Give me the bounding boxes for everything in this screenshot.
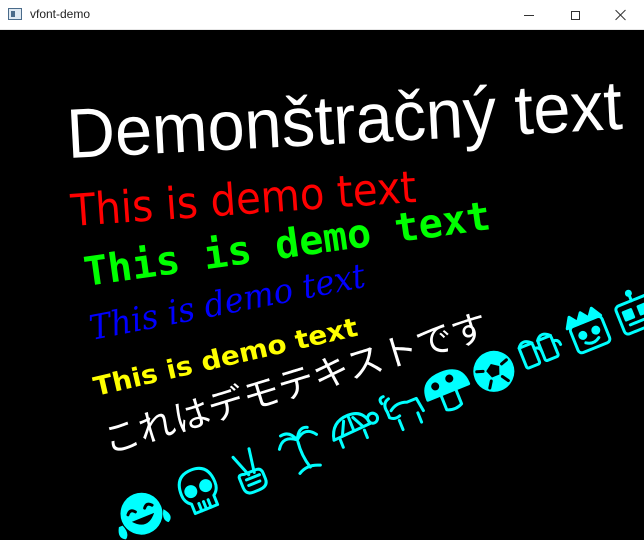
victory-hand-icon <box>231 447 268 495</box>
window-title: vfont-demo <box>30 7 91 21</box>
mushroom-icon <box>424 369 471 412</box>
minimize-icon <box>524 14 534 16</box>
goat-icon <box>378 395 425 432</box>
app-window-icon <box>8 8 22 20</box>
demo-text-white: Demonštračný text <box>65 66 624 173</box>
beer-mugs-icon <box>517 332 563 370</box>
robot-face-icon <box>614 289 644 336</box>
soccer-ball-icon <box>473 350 515 392</box>
tears-of-joy-face-icon <box>118 492 171 540</box>
maximize-button[interactable] <box>552 0 598 30</box>
close-button[interactable] <box>598 0 644 30</box>
render-canvas: Demonštračný text This is demo text This… <box>0 30 644 540</box>
close-icon <box>615 9 627 21</box>
title-bar: vfont-demo <box>0 0 644 30</box>
maximize-icon <box>570 10 580 20</box>
palm-tree-icon <box>277 425 322 475</box>
minimize-button[interactable] <box>506 0 552 30</box>
turtle-icon <box>332 411 380 449</box>
skull-icon <box>177 466 220 516</box>
crowned-face-icon <box>565 306 612 355</box>
